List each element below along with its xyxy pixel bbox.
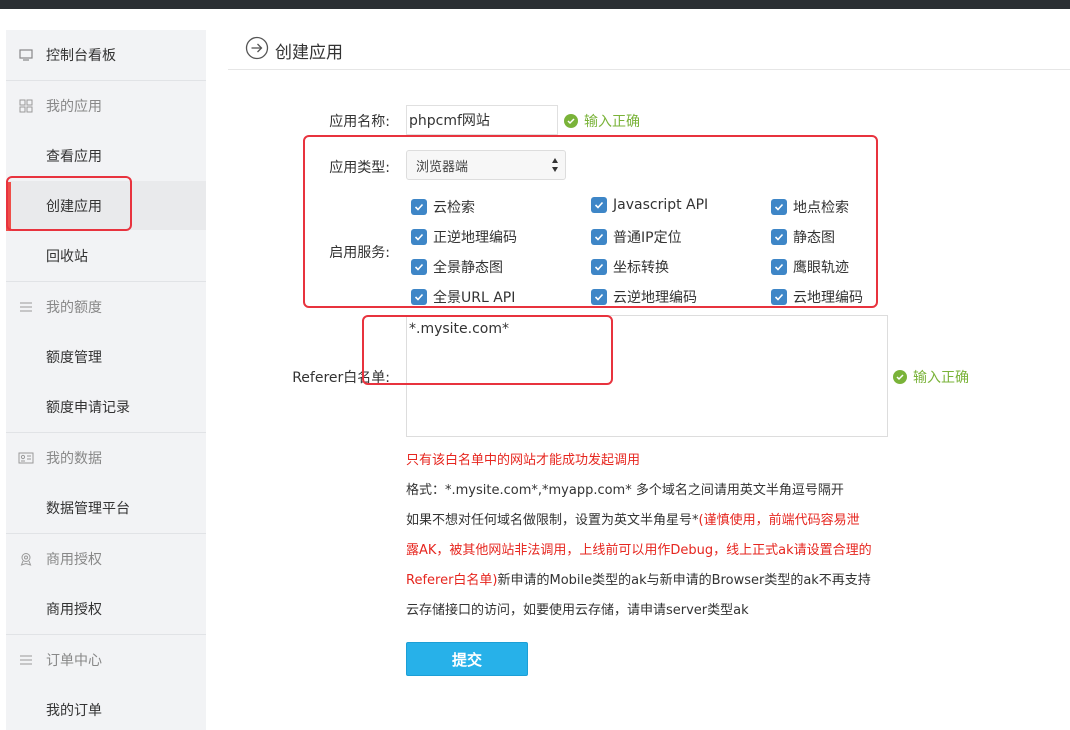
top-bar [0, 0, 1070, 9]
sidebar-item-my-orders[interactable]: 我的订单 [6, 685, 206, 730]
monitor-icon [18, 47, 34, 63]
sidebar-group-my-quota[interactable]: 我的额度 [6, 282, 206, 331]
grid-icon [18, 98, 34, 114]
sidebar-item-data-platform[interactable]: 数据管理平台 [6, 483, 206, 532]
sidebar-item-recycle-bin[interactable]: 回收站 [6, 231, 206, 280]
badge-icon [18, 551, 34, 567]
sidebar: 控制台看板 我的应用 查看应用 创建应用 回收站 我的额度 额度管理 额度申请记… [6, 30, 206, 730]
sidebar-item-label: 控制台看板 [46, 47, 116, 64]
sidebar-group-my-data[interactable]: 我的数据 [6, 433, 206, 482]
ok-text: 输入正确 [913, 370, 969, 386]
sidebar-item-label: 商用授权 [46, 551, 102, 568]
id-card-icon [18, 450, 34, 466]
check-circle-icon [893, 370, 907, 384]
note-text: 如果不想对任何域名做限制，设置为英文半角星号* [406, 513, 699, 528]
page-title: 创建应用 [275, 42, 343, 63]
sidebar-item-label: 数据管理平台 [46, 500, 130, 517]
header-divider [228, 69, 1070, 70]
highlight-box-services [303, 135, 878, 308]
referer-note-line4: 露AK，被其他网站非法调用，上线前可以用作Debug，线上正式ak请设置合理的 [406, 543, 872, 558]
sidebar-item-label: 订单中心 [46, 652, 102, 669]
sidebar-item-label: 我的数据 [46, 450, 102, 467]
sidebar-item-label: 我的订单 [46, 702, 102, 719]
arrow-right-circle-icon [245, 36, 269, 64]
sidebar-item-label: 商用授权 [46, 601, 102, 618]
sidebar-item-label: 回收站 [46, 248, 88, 265]
referer-format-note: 格式：*.mysite.com*,*myapp.com* 多个域名之间请用英文半… [406, 483, 844, 498]
page-header: 创建应用 [245, 36, 343, 64]
sidebar-item-commercial-license[interactable]: 商用授权 [6, 584, 206, 633]
sidebar-group-my-apps[interactable]: 我的应用 [6, 81, 206, 130]
sidebar-item-label: 额度管理 [46, 349, 102, 366]
sidebar-item-label: 我的应用 [46, 98, 102, 115]
submit-button[interactable]: 提交 [406, 642, 528, 676]
highlight-box-referer [362, 315, 613, 385]
referer-warning: 只有该白名单中的网站才能成功发起调用 [406, 453, 641, 468]
note-warning-text: Referer白名单) [406, 573, 498, 588]
list-icon [18, 299, 34, 315]
referer-note-line3: 如果不想对任何域名做限制，设置为英文半角星号*(谨慎使用，前端代码容易泄 [406, 509, 860, 528]
sidebar-item-dashboard[interactable]: 控制台看板 [6, 30, 206, 79]
highlight-box-sidebar [6, 176, 132, 231]
referer-note-line6: 云存储接口的访问，如要使用云存储，请申请server类型ak [406, 603, 749, 618]
note-text: 新申请的Mobile类型的ak与新申请的Browser类型的ak不再支持 [497, 573, 871, 588]
sidebar-item-label: 我的额度 [46, 299, 102, 316]
app-name-label: 应用名称: [329, 114, 390, 130]
sidebar-item-quota-manage[interactable]: 额度管理 [6, 332, 206, 381]
check-circle-icon [564, 114, 578, 128]
sidebar-group-commercial[interactable]: 商用授权 [6, 534, 206, 583]
sidebar-item-quota-records[interactable]: 额度申请记录 [6, 382, 206, 431]
referer-ok-message: 输入正确 [893, 367, 969, 387]
note-warning-text: (谨慎使用，前端代码容易泄 [698, 513, 860, 528]
list-icon [18, 652, 34, 668]
sidebar-item-label: 查看应用 [46, 148, 102, 165]
sidebar-group-orders[interactable]: 订单中心 [6, 635, 206, 684]
sidebar-item-label: 额度申请记录 [46, 399, 130, 416]
ok-text: 输入正确 [584, 114, 640, 130]
app-name-ok-message: 输入正确 [564, 111, 640, 131]
app-name-input[interactable] [406, 105, 558, 135]
referer-note-line5: Referer白名单)新申请的Mobile类型的ak与新申请的Browser类型… [406, 569, 871, 588]
sidebar-item-view-apps[interactable]: 查看应用 [6, 131, 206, 180]
